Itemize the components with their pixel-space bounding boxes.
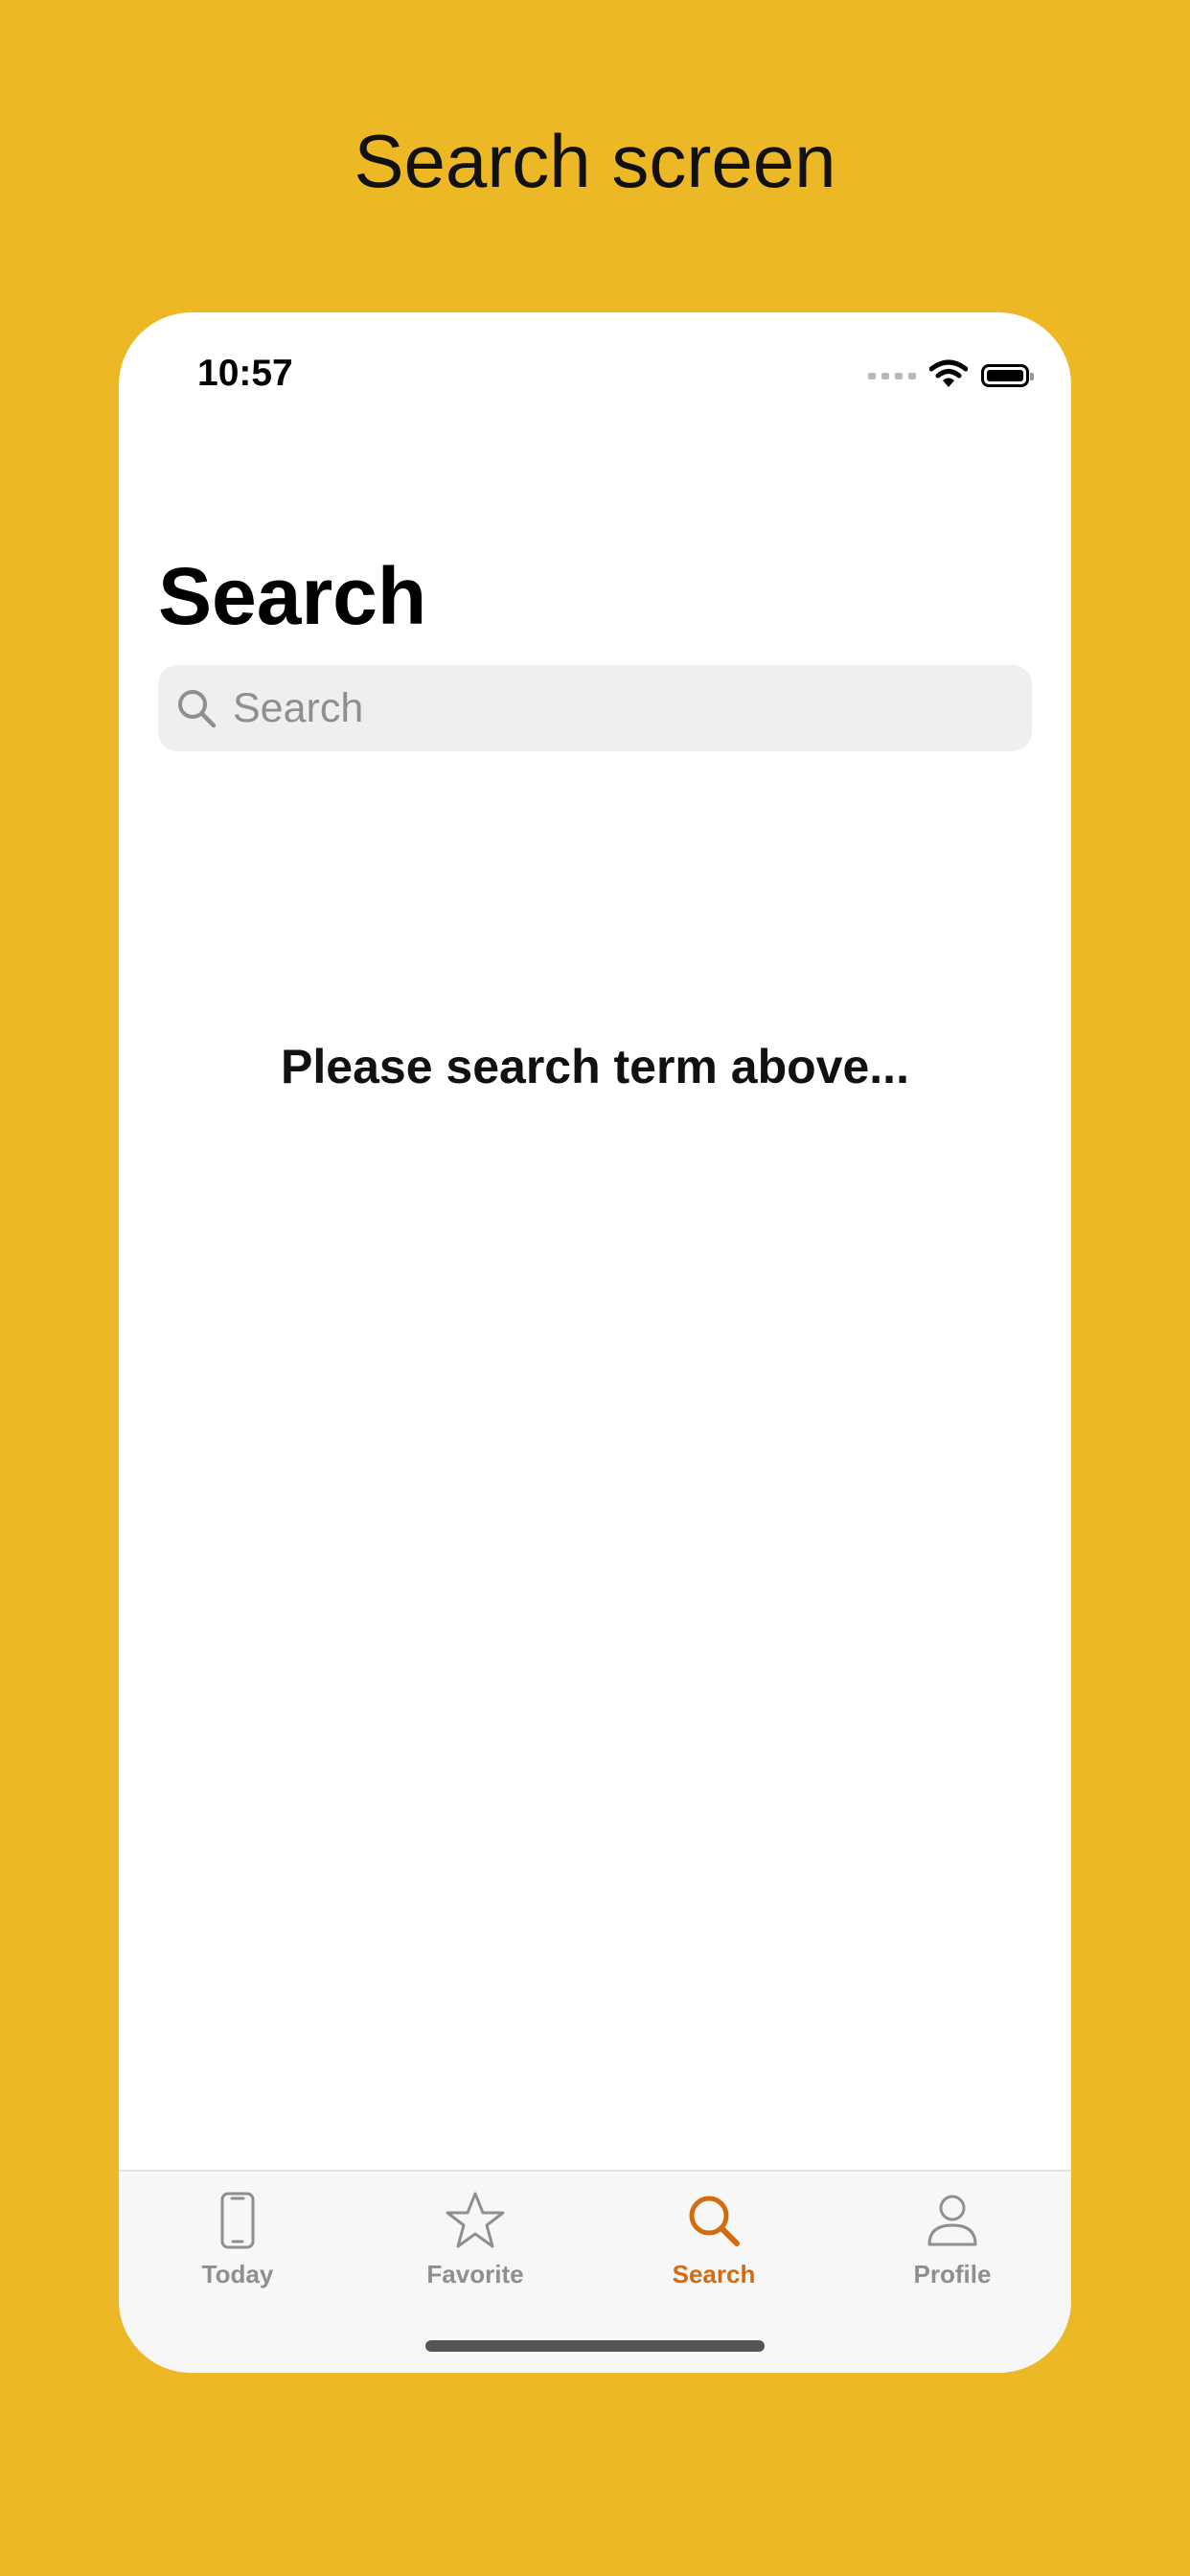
tab-label: Favorite [426,2260,524,2288]
star-icon [442,2189,509,2252]
page-title: Search [158,551,427,641]
search-input[interactable] [231,678,1020,738]
phone-screen: 10:57 Search Please search term above... [119,312,1071,2373]
battery-icon [981,364,1034,387]
tab-label: Profile [913,2260,992,2288]
status-icons [868,355,1034,397]
tab-favorite[interactable]: Favorite [356,2189,594,2304]
tab-search[interactable]: Search [595,2189,833,2304]
tab-label: Search [672,2260,756,2288]
tab-profile[interactable]: Profile [834,2189,1071,2304]
status-time: 10:57 [197,353,293,394]
tab-label: Today [201,2260,274,2288]
search-icon [680,2189,747,2252]
search-icon [175,687,217,729]
home-indicator [425,2340,765,2352]
phone-icon [204,2189,271,2252]
person-icon [919,2189,986,2252]
cellular-signal-icon [868,372,916,380]
tab-today[interactable]: Today [119,2189,356,2304]
empty-state-message: Please search term above... [281,1040,909,1093]
search-bar[interactable] [158,665,1032,751]
wifi-icon [928,359,969,393]
screen-caption: Search screen [354,119,836,203]
